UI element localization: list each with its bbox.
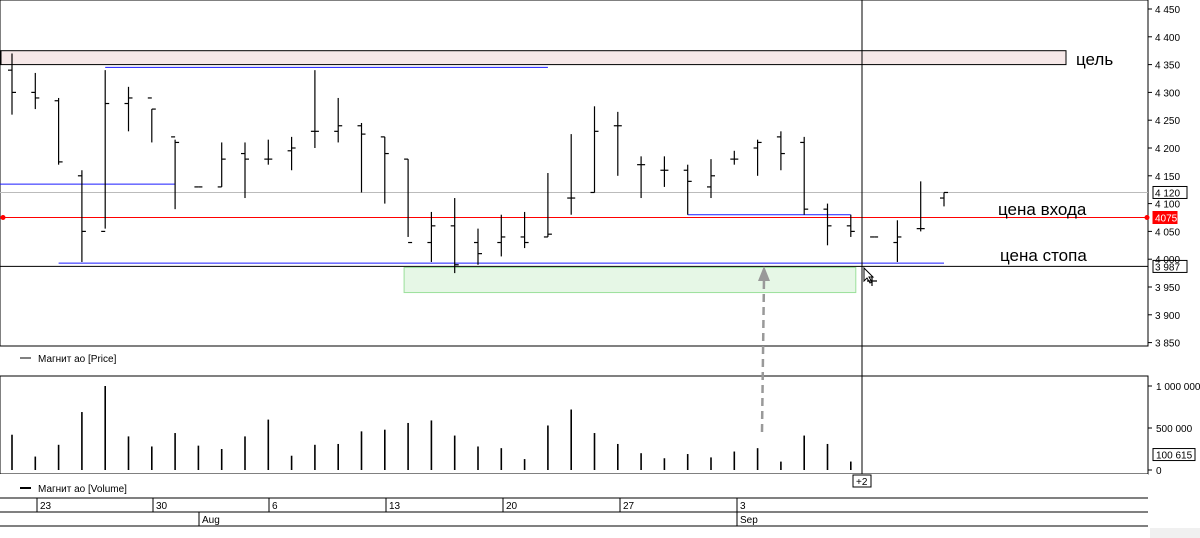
price-tick-label: 4 350 bbox=[1155, 61, 1180, 72]
volume-tick-label: 1 000 000 bbox=[1156, 382, 1200, 393]
time-axis-area bbox=[0, 474, 1148, 538]
scrollbar[interactable] bbox=[1150, 528, 1200, 538]
day-label: 20 bbox=[506, 501, 518, 512]
price-tick-label: 4 450 bbox=[1155, 5, 1180, 16]
price-tick-label: 3 950 bbox=[1155, 283, 1180, 294]
volume-last-label: 100 615 bbox=[1156, 451, 1193, 462]
volume-legend: Магнит ао [Volume] bbox=[38, 484, 127, 495]
price-tick-label: 4 000 bbox=[1155, 255, 1180, 266]
day-label: 30 bbox=[156, 501, 168, 512]
stop-label: цена стопа bbox=[1000, 246, 1087, 265]
target-zone bbox=[0, 50, 1067, 66]
price-tick-label: 3 900 bbox=[1155, 311, 1180, 322]
entry-right-dot bbox=[1144, 215, 1150, 220]
volume-pane bbox=[0, 375, 1149, 475]
price-legend: Магнит ао [Price] bbox=[38, 354, 117, 365]
last-price-line-label: 4 120 bbox=[1155, 188, 1180, 199]
entry-label: цена входа bbox=[998, 200, 1087, 219]
day-label: 3 bbox=[740, 501, 746, 512]
target-label: цель bbox=[1076, 50, 1113, 69]
day-label: 13 bbox=[389, 501, 401, 512]
volume-tick-label: 0 bbox=[1156, 466, 1162, 477]
volume-tick-label: 500 000 bbox=[1156, 424, 1193, 435]
month-label: Sep bbox=[740, 515, 758, 526]
price-tick-label: 4 050 bbox=[1155, 227, 1180, 238]
month-label: Aug bbox=[202, 515, 220, 526]
cursor-badge: +2 bbox=[856, 477, 868, 488]
day-label: 27 bbox=[623, 501, 635, 512]
price-tick-label: 3 850 bbox=[1155, 339, 1180, 350]
price-tick-label: 4 200 bbox=[1155, 144, 1180, 155]
price-tick-label: 4 100 bbox=[1155, 200, 1180, 211]
entry-price-line-label: 4075 bbox=[1155, 214, 1178, 225]
day-label: 6 bbox=[272, 501, 278, 512]
entry-left-dot bbox=[0, 215, 6, 220]
price-tick-label: 4 150 bbox=[1155, 172, 1180, 183]
price-tick-label: 4 400 bbox=[1155, 33, 1180, 44]
price-volume-chart: Магнит ао [Price] Магнит ао [Volume] 4 1… bbox=[0, 0, 1200, 538]
price-tick-label: 4 250 bbox=[1155, 116, 1180, 127]
price-tick-label: 4 300 bbox=[1155, 88, 1180, 99]
day-label: 23 bbox=[40, 501, 52, 512]
stop-zone bbox=[403, 267, 857, 294]
